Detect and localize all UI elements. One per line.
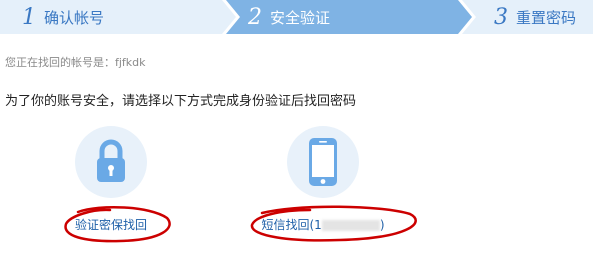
lock-icon[interactable] bbox=[75, 126, 147, 198]
step-label: 安全验证 bbox=[270, 8, 331, 27]
step-label: 确认帐号 bbox=[44, 8, 105, 27]
sms-link-closing: ) bbox=[379, 218, 385, 232]
method-security-question[interactable]: 验证密保找回 bbox=[46, 126, 176, 233]
instruction-text: 为了你的账号安全，请选择以下方式完成身份验证后找回密码 bbox=[5, 94, 357, 109]
account-name: fjfkdk bbox=[115, 56, 146, 69]
step-number: 2 bbox=[248, 4, 262, 30]
phone-icon[interactable] bbox=[287, 126, 359, 198]
method-sms[interactable]: 短信找回(1) bbox=[258, 126, 388, 233]
sms-link-label: 短信找回(1 bbox=[261, 218, 322, 232]
account-info: 您正在找回的帐号是：fjfkdk bbox=[5, 54, 146, 70]
step-reset-password: 3 重置密码 bbox=[494, 0, 576, 34]
step-number: 3 bbox=[494, 4, 508, 30]
step-progress-bar: 1 确认帐号 2 安全验证 3 重置密码 bbox=[0, 0, 593, 34]
step-number: 1 bbox=[22, 4, 36, 30]
step-label: 重置密码 bbox=[516, 8, 577, 27]
account-prefix: 您正在找回的帐号是： bbox=[5, 56, 115, 69]
security-question-link[interactable]: 验证密保找回 bbox=[75, 216, 147, 233]
masked-phone-number bbox=[321, 220, 380, 231]
sms-link[interactable]: 短信找回(1) bbox=[261, 216, 384, 233]
step-security-verification: 2 安全验证 bbox=[248, 0, 330, 34]
step-confirm-account: 1 确认帐号 bbox=[22, 0, 104, 34]
